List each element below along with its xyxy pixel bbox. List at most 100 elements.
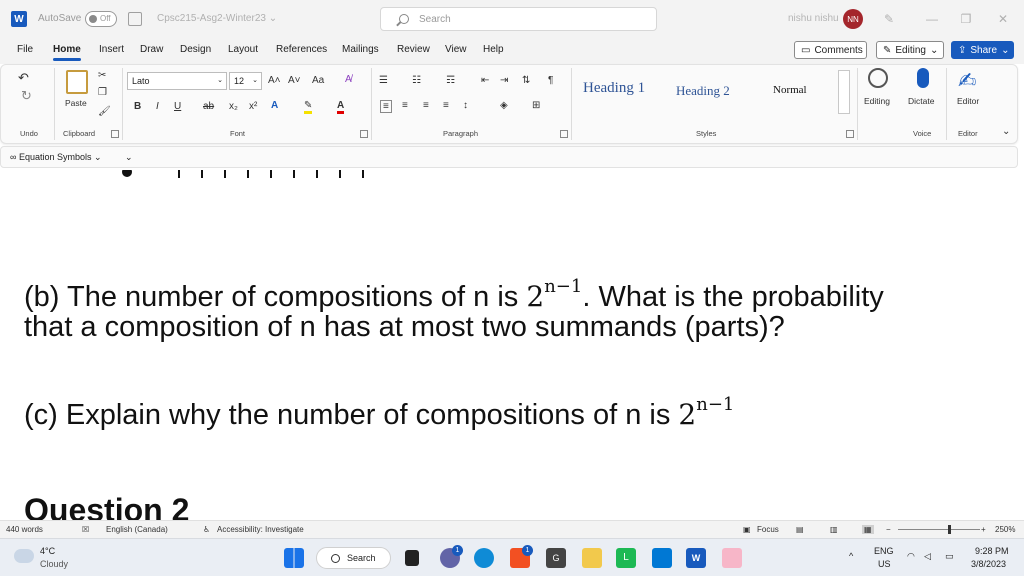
- multilevel-list-icon[interactable]: ☶: [446, 75, 455, 86]
- zoom-slider-thumb[interactable]: [948, 525, 951, 534]
- paste-icon[interactable]: [66, 70, 88, 94]
- dictate-button-label[interactable]: Dictate: [908, 96, 934, 106]
- style-normal[interactable]: Normal: [773, 84, 807, 96]
- language-status[interactable]: English (Canada): [106, 525, 168, 534]
- decrease-indent-icon[interactable]: ⇤: [481, 75, 489, 86]
- minimize-button[interactable]: —: [922, 9, 942, 29]
- user-name[interactable]: nishu nishu: [788, 13, 839, 24]
- input-language-line-2[interactable]: US: [878, 559, 891, 569]
- search-input[interactable]: Search: [380, 7, 657, 31]
- text-effects-icon[interactable]: A: [271, 100, 278, 111]
- app-l-icon[interactable]: L: [616, 548, 636, 568]
- sort-icon[interactable]: ⇅: [522, 75, 530, 86]
- accessibility-icon[interactable]: ♿: [203, 525, 210, 534]
- tab-insert[interactable]: Insert: [99, 44, 124, 55]
- proofing-icon[interactable]: ☒: [82, 525, 89, 534]
- tab-references[interactable]: References: [276, 44, 327, 55]
- word-count[interactable]: 440 words: [6, 525, 43, 534]
- autosave-toggle[interactable]: Off: [85, 11, 117, 27]
- task-view-icon[interactable]: [405, 550, 419, 566]
- share-button[interactable]: ⇪ Share ⌄: [951, 41, 1014, 59]
- line-spacing-icon[interactable]: ↕: [463, 100, 468, 111]
- document-title[interactable]: Cpsc215-Asg2-Winter23 ⌄: [157, 13, 277, 24]
- pen-icon[interactable]: ✎: [884, 12, 898, 26]
- web-layout-icon[interactable]: ▦: [862, 525, 874, 534]
- underline-button[interactable]: U: [174, 101, 181, 112]
- tab-design[interactable]: Design: [180, 44, 211, 55]
- find-icon[interactable]: [868, 68, 888, 88]
- tab-layout[interactable]: Layout: [228, 44, 258, 55]
- clipboard-launcher[interactable]: [111, 130, 119, 138]
- print-layout-icon[interactable]: ▥: [830, 525, 838, 534]
- wifi-icon[interactable]: ◠: [907, 551, 915, 562]
- edge-icon[interactable]: [474, 548, 494, 568]
- tab-view[interactable]: View: [445, 44, 467, 55]
- document-canvas[interactable]: (b) The number of compositions of n is 2…: [0, 170, 1024, 520]
- equation-symbols-button[interactable]: ∞ Equation Symbols ⌄: [10, 152, 102, 163]
- bullets-icon[interactable]: ☰: [379, 75, 388, 86]
- tab-review[interactable]: Review: [397, 44, 430, 55]
- restore-button[interactable]: ❐: [956, 9, 976, 29]
- microphone-icon[interactable]: [917, 68, 929, 88]
- taskbar-search[interactable]: Search: [316, 547, 391, 569]
- italic-button[interactable]: I: [156, 101, 159, 112]
- comments-button[interactable]: ▭ Comments: [794, 41, 867, 59]
- focus-label[interactable]: Focus: [757, 525, 779, 534]
- align-center-icon[interactable]: ≡: [402, 100, 408, 111]
- battery-icon[interactable]: ▭: [945, 551, 954, 562]
- styles-launcher[interactable]: [846, 130, 854, 138]
- editor-button-label[interactable]: Editor: [957, 96, 979, 106]
- style-heading-2[interactable]: Heading 2: [676, 83, 730, 99]
- app-g-icon[interactable]: G: [546, 548, 566, 568]
- undo-icon[interactable]: ↶: [18, 70, 29, 86]
- volume-icon[interactable]: ◁: [924, 551, 931, 562]
- tab-draw[interactable]: Draw: [140, 44, 163, 55]
- save-icon[interactable]: [128, 12, 142, 26]
- input-language-line-1[interactable]: ENG: [874, 546, 894, 556]
- font-color-icon[interactable]: A: [337, 100, 345, 114]
- bold-button[interactable]: B: [134, 101, 141, 112]
- outlook-icon[interactable]: [652, 548, 672, 568]
- redo-icon[interactable]: ↻: [21, 88, 32, 104]
- cut-icon[interactable]: ✂: [98, 70, 106, 81]
- tab-help[interactable]: Help: [483, 44, 504, 55]
- close-button[interactable]: ✕: [993, 9, 1013, 29]
- subscript-button[interactable]: x₂: [229, 101, 238, 112]
- numbering-icon[interactable]: ☷: [412, 75, 421, 86]
- editing-mode-button[interactable]: ✎ Editing ⌄: [876, 41, 944, 59]
- show-hidden-icons[interactable]: ^: [849, 551, 853, 561]
- align-left-icon[interactable]: ≡: [380, 100, 392, 113]
- borders-icon[interactable]: ⊞: [532, 100, 540, 111]
- editing-button-label[interactable]: Editing: [864, 96, 890, 106]
- clock-time[interactable]: 9:28 PM: [975, 546, 1009, 556]
- strikethrough-button[interactable]: ab: [203, 101, 214, 112]
- superscript-button[interactable]: x²: [249, 101, 257, 112]
- font-name-select[interactable]: Lato ⌄: [127, 72, 227, 90]
- style-heading-1[interactable]: Heading 1: [583, 80, 645, 97]
- tab-home[interactable]: Home: [53, 44, 81, 61]
- zoom-level[interactable]: 250%: [995, 525, 1015, 534]
- weather-condition[interactable]: Cloudy: [40, 559, 68, 569]
- align-right-icon[interactable]: ≡: [423, 100, 429, 111]
- tab-mailings[interactable]: Mailings: [342, 44, 379, 55]
- styles-scroll[interactable]: [838, 70, 850, 114]
- zoom-out-button[interactable]: −: [886, 525, 891, 534]
- focus-icon[interactable]: ▣: [743, 525, 751, 534]
- tab-file[interactable]: File: [17, 44, 33, 55]
- paragraph-launcher[interactable]: [560, 130, 568, 138]
- file-explorer-icon[interactable]: [582, 548, 602, 568]
- editor-icon[interactable]: ✍: [958, 68, 976, 94]
- customize-toolbar-icon[interactable]: ⌄: [125, 152, 133, 163]
- font-size-select[interactable]: 12 ⌄: [229, 72, 262, 90]
- accessibility-status[interactable]: Accessibility: Investigate: [217, 525, 304, 534]
- clock-date[interactable]: 3/8/2023: [971, 559, 1006, 569]
- change-case-button[interactable]: Aa: [312, 75, 324, 86]
- word-taskbar-icon[interactable]: W: [686, 548, 706, 568]
- start-icon[interactable]: [284, 548, 304, 568]
- temperature[interactable]: 4°C: [40, 546, 55, 556]
- font-launcher[interactable]: [360, 130, 368, 138]
- show-formatting-icon[interactable]: ¶: [548, 75, 553, 86]
- zoom-slider[interactable]: [898, 529, 980, 530]
- snipping-tool-icon[interactable]: [722, 548, 742, 568]
- clear-formatting-icon[interactable]: A̸: [345, 74, 352, 85]
